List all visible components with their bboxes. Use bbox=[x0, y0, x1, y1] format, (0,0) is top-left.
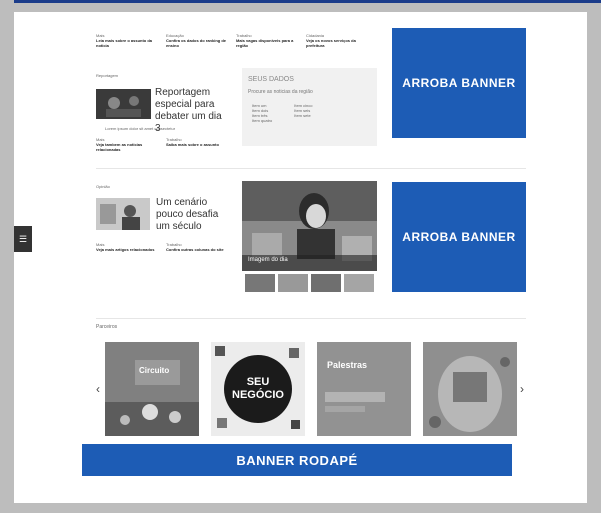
story1-sub: Lorem ipsum dolor sit amet consectetur bbox=[105, 126, 176, 131]
divider bbox=[96, 168, 526, 169]
top-column-4[interactable]: Cidadania Veja os novos serviços da pref… bbox=[306, 33, 368, 48]
top-rule bbox=[14, 0, 601, 3]
partner-tile-3[interactable]: Palestras bbox=[317, 342, 411, 436]
search-box-title[interactable]: SEUS DADOS bbox=[248, 76, 371, 83]
story2-headline[interactable]: Um cenário pouco desafia um século bbox=[156, 197, 224, 233]
partner-tile-1-label: Circuito bbox=[139, 366, 170, 375]
partner-tile-2-label: SEU NEGÓCIO bbox=[232, 376, 284, 401]
story2-kicker: Opinião bbox=[96, 184, 110, 189]
story2-links: Mais Veja mais artigos relacionados Trab… bbox=[96, 242, 228, 252]
top-columns: Mais Leia mais sobre o assunto da notici… bbox=[96, 33, 368, 48]
search-list-left: Item um Item dois Item três Item quatro bbox=[252, 103, 272, 123]
list-item[interactable]: Item quatro bbox=[252, 118, 272, 123]
gallery-thumbnail[interactable] bbox=[245, 274, 275, 292]
story1-kicker: Reportagem bbox=[96, 73, 119, 78]
gallery-thumbnail[interactable] bbox=[344, 274, 374, 292]
story2-link-1[interactable]: Mais Veja mais artigos relacionados bbox=[96, 242, 158, 252]
search-box-subtitle: Procure as noticias da região bbox=[248, 89, 313, 95]
gallery-thumbnails bbox=[245, 274, 374, 292]
divider bbox=[96, 318, 526, 319]
gallery-thumbnail[interactable] bbox=[311, 274, 341, 292]
search-box: SEUS DADOS Procure as noticias da região… bbox=[242, 68, 377, 146]
gallery-thumbnail[interactable] bbox=[278, 274, 308, 292]
gallery-caption: Imagem do dia bbox=[248, 257, 288, 263]
story2-photo[interactable] bbox=[96, 198, 150, 230]
story1-link-1[interactable]: Mais Veja tambem as noticias relacionada… bbox=[96, 137, 158, 152]
side-share-tab[interactable]: ☰ bbox=[14, 226, 32, 252]
story1-photo[interactable] bbox=[96, 89, 151, 119]
partner-tile-4[interactable] bbox=[423, 342, 517, 436]
gallery-main-photo[interactable]: Imagem do dia bbox=[242, 181, 377, 271]
top-column-1[interactable]: Mais Leia mais sobre o assunto da notici… bbox=[96, 33, 158, 48]
mid-right-banner[interactable]: ARROBA BANNER bbox=[392, 182, 526, 292]
footer-banner[interactable]: BANNER RODAPÉ bbox=[82, 444, 512, 476]
story1-link-2[interactable]: Trabalho Saiba mais sobre o assunto bbox=[166, 137, 228, 152]
top-right-banner[interactable]: ARROBA BANNER bbox=[392, 28, 526, 138]
section-title: Parceiros bbox=[96, 324, 118, 330]
story1-links: Mais Veja tambem as noticias relacionada… bbox=[96, 137, 228, 152]
top-column-3[interactable]: Trabalho Mais vagas disponiveis para a r… bbox=[236, 33, 298, 48]
carousel-prev-arrow[interactable]: ‹ bbox=[96, 382, 100, 396]
partner-tile-1[interactable]: Circuito bbox=[105, 342, 199, 436]
top-column-2[interactable]: Educação Confira os dados do ranking de … bbox=[166, 33, 228, 48]
partner-tile-2[interactable]: SEU NEGÓCIO bbox=[211, 342, 305, 436]
story2-link-2[interactable]: Trabalho Confira outras colunas do site bbox=[166, 242, 228, 252]
search-list-right: Item cinco Item seis Item sete bbox=[294, 103, 312, 123]
partner-tile-3-label: Palestras bbox=[327, 360, 368, 370]
carousel-next-arrow[interactable]: › bbox=[520, 382, 524, 396]
list-item[interactable]: Item sete bbox=[294, 113, 312, 118]
